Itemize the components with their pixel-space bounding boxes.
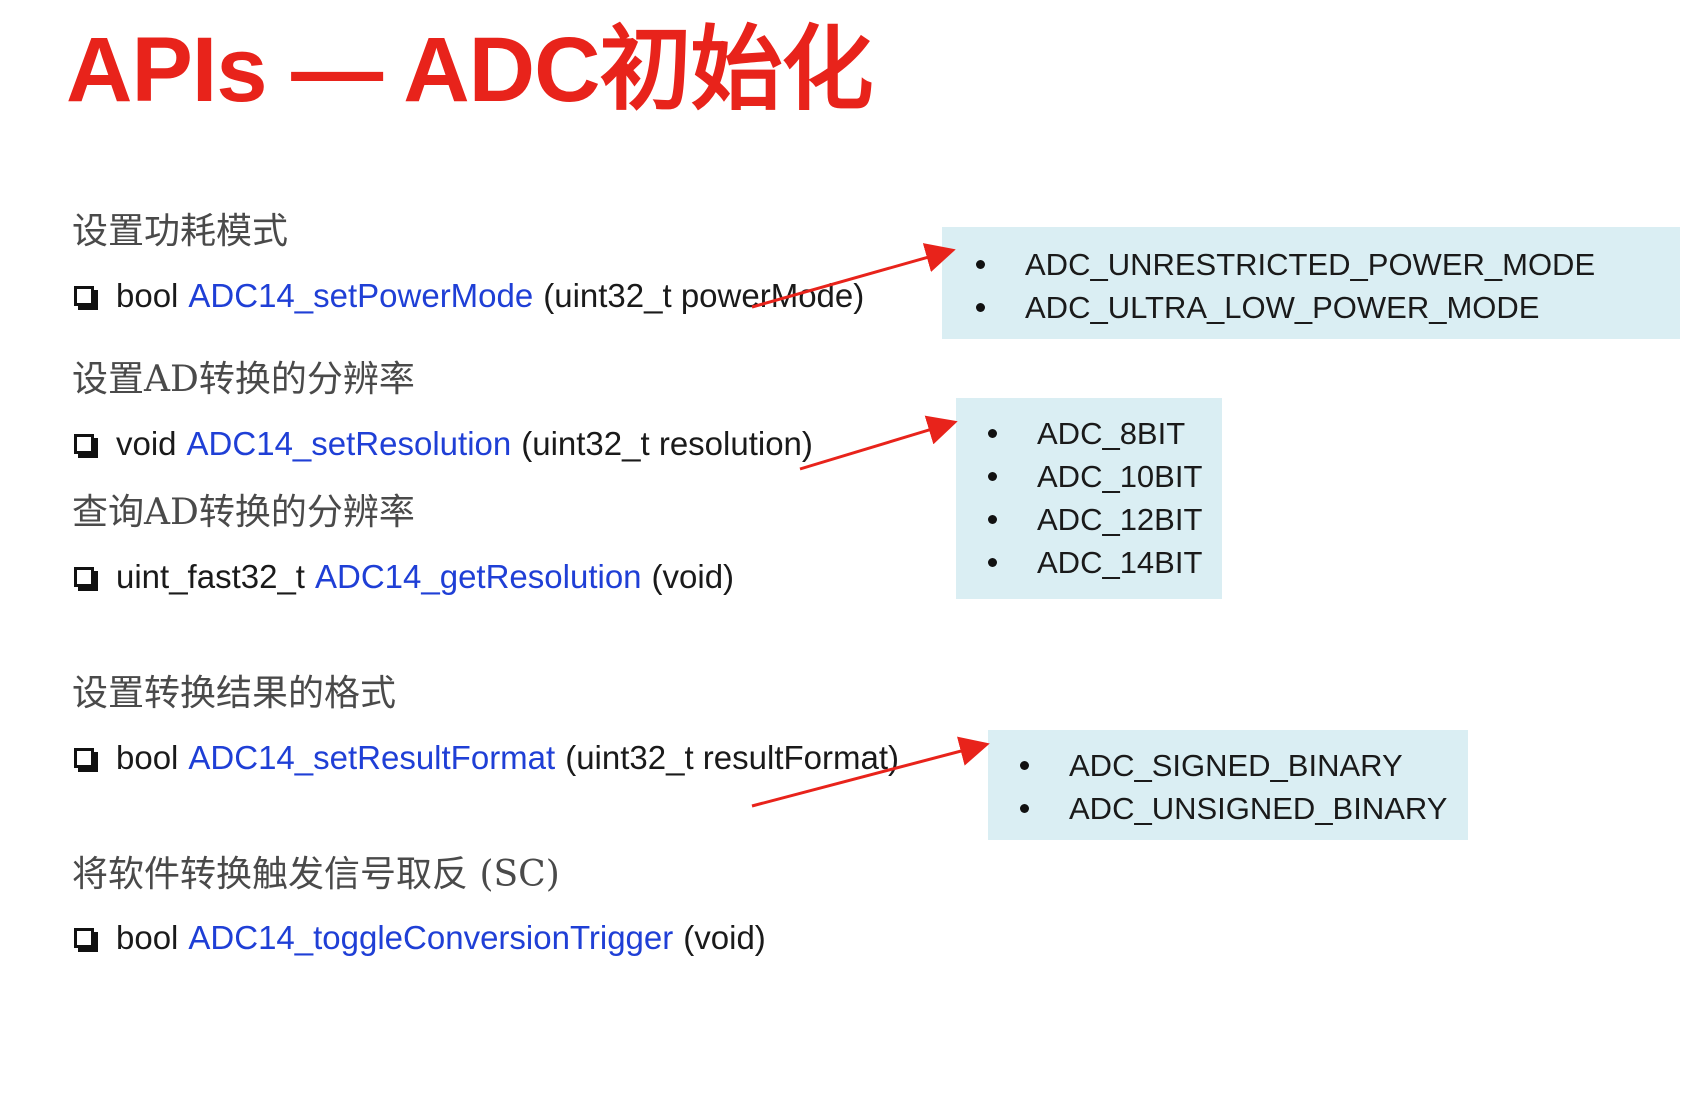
bullet-icon (1020, 761, 1029, 770)
function-params: (uint32_t resolution) (521, 425, 813, 462)
api-toggle-conversion-trigger: bool ADC14_toggleConversionTrigger (void… (74, 921, 766, 954)
bullet-icon (976, 260, 985, 269)
option-label: ADC_SIGNED_BINARY (1069, 748, 1403, 783)
option-label: ADC_UNSIGNED_BINARY (1069, 791, 1448, 826)
function-params: (uint32_t powerMode) (543, 277, 865, 314)
api-set-resolution: void ADC14_setResolution (uint32_t resol… (74, 427, 813, 460)
function-name: ADC14_getResolution (314, 558, 642, 595)
return-type: uint_fast32_t (116, 558, 305, 595)
power-mode-options-box: ADC_UNRESTRICTED_POWER_MODE ADC_ULTRA_LO… (942, 227, 1680, 339)
option-label: ADC_14BIT (1037, 545, 1203, 580)
function-name: ADC14_toggleConversionTrigger (188, 919, 674, 956)
bullet-icon (976, 303, 985, 312)
option-item: ADC_14BIT (988, 541, 1222, 584)
return-type: bool (116, 739, 179, 776)
function-name: ADC14_setPowerMode (188, 277, 534, 314)
option-item: ADC_12BIT (988, 498, 1222, 541)
bullet-icon (988, 472, 997, 481)
bullet-icon (988, 515, 997, 524)
bullet-icon (988, 558, 997, 567)
api-set-result-format: bool ADC14_setResultFormat (uint32_t res… (74, 741, 899, 774)
function-params: (void) (651, 558, 735, 595)
bullet-icon (1020, 804, 1029, 813)
heading-result-format: 设置转换结果的格式 (72, 673, 397, 714)
function-params: (void) (683, 919, 766, 956)
function-name: ADC14_setResolution (186, 425, 512, 462)
option-item: ADC_ULTRA_LOW_POWER_MODE (976, 286, 1680, 329)
heading-set-resolution: 设置AD转换的分辨率 (72, 359, 415, 400)
option-label: ADC_12BIT (1037, 502, 1203, 537)
function-name: ADC14_setResultFormat (188, 739, 556, 776)
page-title: APIs — ADC初始化 (66, 19, 874, 121)
option-item: ADC_8BIT (988, 412, 1222, 455)
option-item: ADC_UNRESTRICTED_POWER_MODE (976, 243, 1680, 286)
return-type: bool (116, 277, 179, 314)
option-item: ADC_UNSIGNED_BINARY (1020, 787, 1468, 830)
checkbox-square-icon (74, 747, 94, 768)
option-item: ADC_SIGNED_BINARY (1020, 744, 1468, 787)
checkbox-square-icon (74, 927, 94, 948)
arrow-resolution (799, 415, 958, 471)
return-type: void (116, 425, 177, 462)
api-set-power-mode: bool ADC14_setPowerMode (uint32_t powerM… (74, 279, 864, 312)
heading-toggle-trigger: 将软件转换触发信号取反 (SC) (72, 854, 560, 895)
option-label: ADC_UNRESTRICTED_POWER_MODE (1025, 247, 1596, 282)
function-params: (uint32_t resultFormat) (565, 739, 899, 776)
bullet-icon (988, 429, 997, 438)
return-type: bool (116, 919, 179, 956)
option-label: ADC_ULTRA_LOW_POWER_MODE (1025, 290, 1540, 325)
checkbox-square-icon (74, 566, 94, 587)
resolution-options-box: ADC_8BIT ADC_10BIT ADC_12BIT ADC_14BIT (956, 398, 1222, 599)
heading-power-mode: 设置功耗模式 (72, 211, 289, 252)
option-item: ADC_10BIT (988, 455, 1222, 498)
checkbox-square-icon (74, 285, 94, 306)
option-label: ADC_8BIT (1037, 416, 1186, 451)
heading-get-resolution: 查询AD转换的分辨率 (72, 492, 415, 533)
option-label: ADC_10BIT (1037, 459, 1203, 494)
api-get-resolution: uint_fast32_t ADC14_getResolution (void) (74, 560, 734, 593)
result-format-options-box: ADC_SIGNED_BINARY ADC_UNSIGNED_BINARY (988, 730, 1468, 840)
checkbox-square-icon (74, 433, 94, 454)
